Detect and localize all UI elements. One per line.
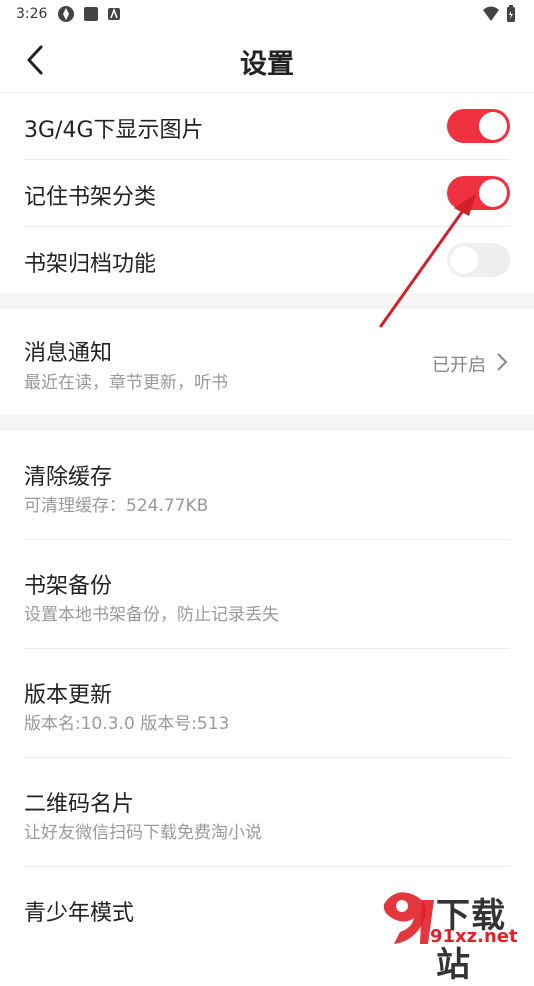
list-item-subtitle: 版本名:10.3.0 版本号:513 (24, 714, 230, 734)
a-notification-icon (108, 7, 121, 20)
wifi-icon (483, 6, 499, 21)
section-gap (0, 415, 534, 431)
watermark-domain: 91xz.net (430, 926, 518, 947)
list-item-version-update[interactable]: 版本更新 版本名:10.3.0 版本号:513 (0, 649, 534, 757)
header: 设置 (0, 28, 534, 93)
page-title: 设置 (240, 49, 294, 80)
notification-title: 消息通知 (24, 341, 113, 366)
notification-status: 已开启 (432, 355, 486, 376)
toggle-label: 书架归档功能 (24, 252, 157, 277)
status-bar: 3:26 (0, 0, 534, 28)
app-notification-icon (58, 6, 75, 22)
toggle-knob (479, 179, 507, 207)
notification-subtitle: 最近在读，章节更新，听书 (24, 373, 228, 393)
notification-row[interactable]: 消息通知 最近在读，章节更新，听书 已开启 (0, 309, 534, 415)
toggle-switch-remember-shelf[interactable] (447, 176, 510, 210)
toggle-switch-images-3g4g[interactable] (447, 109, 510, 143)
list-item-subtitle: 让好友微信扫码下载免费淘小说 (24, 823, 262, 843)
list-item-title: 清除缓存 (24, 465, 113, 490)
list-item-clear-cache[interactable]: 清除缓存 可清理缓存：524.77KB (0, 431, 534, 539)
square-notification-icon (84, 7, 99, 21)
list-item-title: 二维码名片 (24, 792, 135, 817)
battery-icon (507, 5, 515, 22)
list-item-subtitle: 设置本地书架备份，防止记录丢失 (24, 605, 279, 625)
status-time: 3:26 (16, 6, 48, 22)
list-item-title: 青少年模式 (24, 901, 135, 926)
toggle-label: 记住书架分类 (24, 185, 157, 210)
toggle-row-archive: 书架归档功能 (0, 227, 534, 293)
section-gap (0, 293, 534, 309)
toggle-row-remember-shelf: 记住书架分类 (0, 160, 534, 226)
chevron-right-icon (497, 353, 508, 371)
toggle-label: 3G/4G下显示图片 (24, 118, 204, 143)
list-item-subtitle: 可清理缓存：524.77KB (24, 496, 209, 516)
list-item-shelf-backup[interactable]: 书架备份 设置本地书架备份，防止记录丢失 (0, 540, 534, 648)
toggle-switch-archive[interactable] (447, 243, 510, 277)
toggle-knob (479, 112, 507, 140)
toggle-row-images-3g4g: 3G/4G下显示图片 (0, 93, 534, 159)
list-item-title: 书架备份 (24, 574, 113, 599)
toggle-knob (450, 246, 478, 274)
list-item-title: 版本更新 (24, 683, 113, 708)
list-item-qr-card[interactable]: 二维码名片 让好友微信扫码下载免费淘小说 (0, 758, 534, 866)
